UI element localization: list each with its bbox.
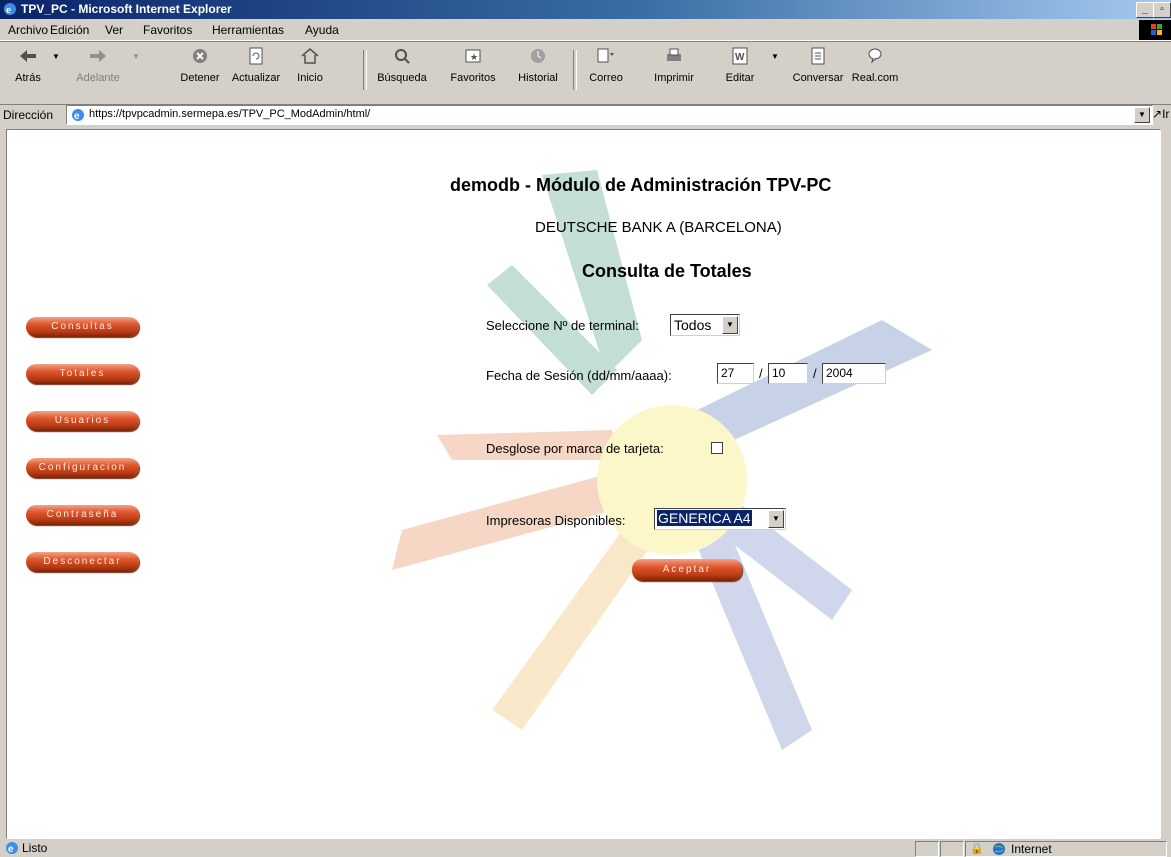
maximize-button[interactable]: ▫ xyxy=(1153,2,1171,18)
svg-text:e: e xyxy=(6,4,11,16)
svg-text:e: e xyxy=(8,844,14,855)
date-label: Fecha de Sesión (dd/mm/aaaa): xyxy=(486,368,672,383)
print-button[interactable]: Imprimir xyxy=(648,46,700,96)
svg-text:e: e xyxy=(74,111,80,122)
printers-label: Impresoras Disponibles: xyxy=(486,513,626,528)
favorites-icon: ★ xyxy=(465,49,481,63)
terminal-label: Seleccione Nº de terminal: xyxy=(486,318,639,333)
toolbar-separator xyxy=(573,50,577,90)
history-icon xyxy=(531,49,545,63)
section-title: Consulta de Totales xyxy=(582,261,752,281)
refresh-button[interactable]: Actualizar xyxy=(228,46,284,96)
day-input[interactable]: 27 xyxy=(717,363,754,384)
edit-button[interactable]: W Editar xyxy=(718,46,762,96)
toolbar: Atrás ▼ Adelante ▼ Detener Actualizar In… xyxy=(0,41,1171,105)
printer-icon xyxy=(667,48,681,61)
menu-archivo[interactable]: Archivo xyxy=(8,23,48,37)
mail-icon xyxy=(597,48,614,63)
globe-icon xyxy=(993,843,1005,855)
menu-herramientas[interactable]: Herramientas xyxy=(212,23,284,37)
mail-button[interactable]: Correo xyxy=(583,46,629,96)
terminal-select[interactable]: Todos ▼ xyxy=(670,314,740,336)
nav-usuarios-button[interactable]: Usuarios xyxy=(26,411,139,431)
address-bar: Dirección e https://tpvpcadmin.sermepa.e… xyxy=(0,103,1171,127)
refresh-icon xyxy=(249,47,263,65)
nav-consultas-button[interactable]: Consultas xyxy=(26,317,139,337)
bank-name: DEUTSCHE BANK A (BARCELONA) xyxy=(535,219,782,236)
page-status-icon: e xyxy=(6,842,18,855)
chevron-down-icon: ▼ xyxy=(768,510,784,528)
minimize-button[interactable]: _ xyxy=(1136,2,1154,18)
address-dropdown-icon[interactable]: ▼ xyxy=(1134,107,1150,123)
go-arrow-icon: ↗ xyxy=(1152,107,1163,121)
menu-favoritos[interactable]: Favoritos xyxy=(143,23,192,37)
back-button[interactable]: Atrás xyxy=(8,46,48,96)
home-icon xyxy=(301,48,319,64)
stop-button[interactable]: Detener xyxy=(175,46,225,96)
printer-select[interactable]: GENERICA A4 ▼ xyxy=(654,508,786,530)
discuss-button[interactable]: Conversar xyxy=(790,46,846,96)
accept-button[interactable]: Aceptar xyxy=(632,559,742,581)
favorites-button[interactable]: ★ Favoritos xyxy=(445,46,501,96)
search-button[interactable]: Búsqueda xyxy=(372,46,432,96)
back-dropdown-icon[interactable]: ▼ xyxy=(52,52,60,61)
nav-configuracion-button[interactable]: Configuracion xyxy=(26,458,139,478)
windows-logo-icon xyxy=(1139,20,1171,40)
date-separator: / xyxy=(813,366,817,381)
svg-text:★: ★ xyxy=(470,52,478,62)
page-title: demodb - Módulo de Administración TPV-PC xyxy=(450,175,832,195)
ie-logo-icon: e xyxy=(4,3,16,16)
forward-arrow-icon xyxy=(90,50,106,62)
month-input[interactable]: 10 xyxy=(768,363,808,384)
title-bar: e TPV_PC - Microsoft Internet Explorer _… xyxy=(0,0,1171,19)
sermepa-watermark-logo xyxy=(392,170,932,750)
address-url: https://tpvpcadmin.sermepa.es/TPV_PC_Mod… xyxy=(89,108,371,120)
forward-dropdown-icon[interactable]: ▼ xyxy=(132,52,140,61)
window-title: TPV_PC - Microsoft Internet Explorer xyxy=(21,2,232,16)
menu-bar: Archivo Edición Ver Favoritos Herramient… xyxy=(0,20,1171,41)
history-button[interactable]: Historial xyxy=(512,46,564,96)
discuss-icon xyxy=(811,47,825,65)
page-icon: e xyxy=(72,109,84,122)
zone-pane: 🔒 Internet xyxy=(965,841,1167,857)
status-bar: e Listo 🔒 Internet xyxy=(0,839,1171,857)
word-edit-icon: W xyxy=(732,47,748,65)
stop-icon xyxy=(193,49,207,63)
zone-text: Internet xyxy=(1011,842,1052,856)
realcom-button[interactable]: Real.com xyxy=(850,46,900,96)
address-label: Dirección xyxy=(3,108,54,122)
back-arrow-icon xyxy=(20,50,36,62)
nav-totales-button[interactable]: Totales xyxy=(26,364,139,384)
menu-ver[interactable]: Ver xyxy=(105,23,123,37)
speech-bubble-icon xyxy=(868,48,882,64)
status-pane xyxy=(915,841,939,857)
nav-desconectar-button[interactable]: Desconectar xyxy=(26,552,139,572)
menu-edicion[interactable]: Edición xyxy=(50,23,89,37)
edit-dropdown-icon[interactable]: ▼ xyxy=(771,52,779,61)
status-pane xyxy=(940,841,964,857)
address-input[interactable]: e https://tpvpcadmin.sermepa.es/TPV_PC_M… xyxy=(66,105,1153,125)
breakdown-checkbox[interactable] xyxy=(711,442,723,454)
status-text: Listo xyxy=(22,841,48,855)
svg-text:W: W xyxy=(735,52,745,63)
year-input[interactable]: 2004 xyxy=(822,363,886,384)
go-button[interactable]: ↗Ir xyxy=(1152,107,1169,121)
toolbar-separator xyxy=(363,50,367,90)
search-icon xyxy=(395,49,410,64)
chevron-down-icon: ▼ xyxy=(722,316,738,334)
home-button[interactable]: Inicio xyxy=(290,46,330,96)
lock-icon: 🔒 xyxy=(970,843,984,855)
breakdown-label: Desglose por marca de tarjeta: xyxy=(486,441,664,456)
date-separator: / xyxy=(759,366,763,381)
forward-button[interactable]: Adelante xyxy=(68,46,128,96)
nav-contrasena-button[interactable]: Contraseña xyxy=(26,505,139,525)
page-content: Consultas Totales Usuarios Configuracion… xyxy=(6,129,1161,839)
menu-ayuda[interactable]: Ayuda xyxy=(305,23,339,37)
